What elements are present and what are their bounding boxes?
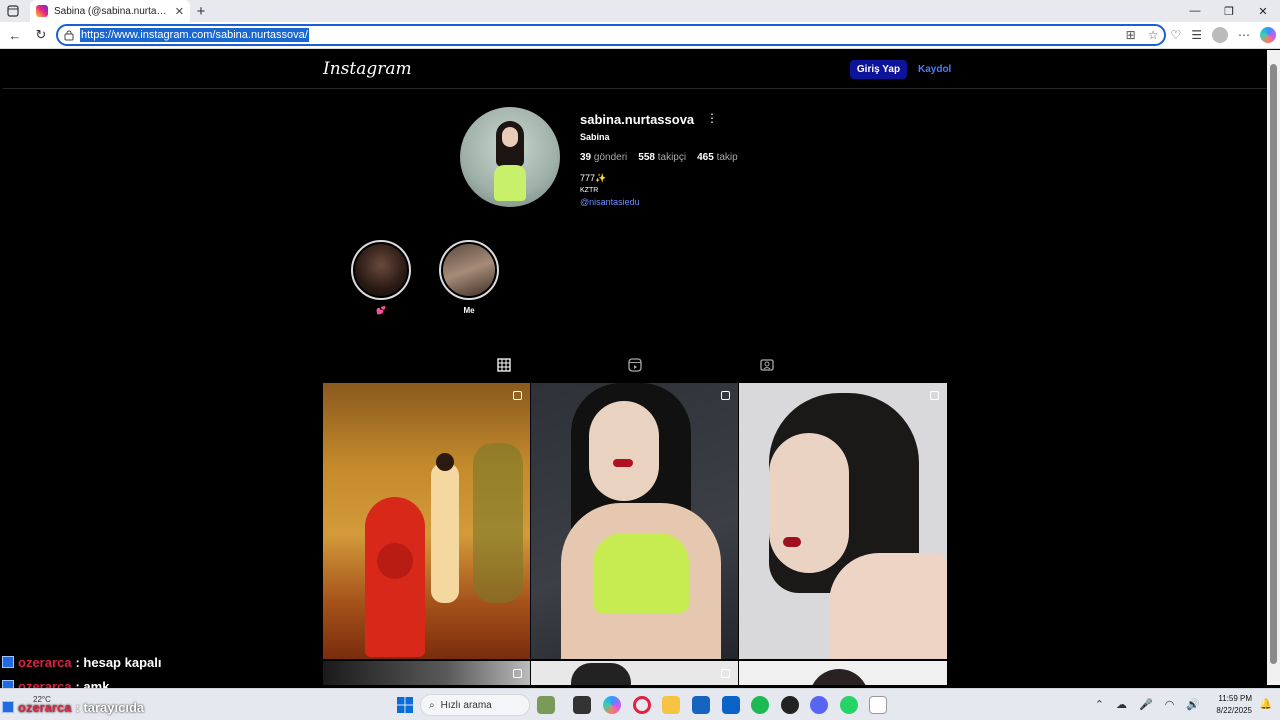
spotify-icon[interactable] xyxy=(751,696,769,714)
post-thumbnail[interactable] xyxy=(323,383,530,659)
profile-avatar-icon[interactable] xyxy=(1212,27,1228,43)
chat-message: ozerarca : hesap kapalı xyxy=(2,650,161,674)
task-view-icon[interactable] xyxy=(573,696,591,714)
clock-time: 11:59 PM xyxy=(1218,694,1252,703)
highlight-label: 💕 xyxy=(376,306,386,315)
taskbar-search[interactable]: ⌕ Hızlı arama xyxy=(420,694,530,716)
post-thumbnail[interactable] xyxy=(323,661,530,685)
window-controls: — ❐ ✕ xyxy=(1178,5,1280,18)
instagram-header: Instagram Giriş Yap Kaydol xyxy=(3,50,1267,89)
highlight-label: Me xyxy=(463,306,475,315)
bio-line: 777✨ xyxy=(580,173,607,183)
instagram-page: Instagram Giriş Yap Kaydol sabina.nurtas… xyxy=(3,50,1267,685)
wifi-icon[interactable]: ◠ xyxy=(1165,698,1175,711)
volume-icon[interactable]: 🔊 xyxy=(1186,698,1200,711)
multiple-photos-icon xyxy=(513,669,522,678)
post-thumbnail[interactable] xyxy=(531,661,738,685)
chat-username: ozerarca xyxy=(18,699,72,715)
login-button[interactable]: Giriş Yap xyxy=(850,60,907,79)
app-icon[interactable] xyxy=(781,696,799,714)
following-stat[interactable]: 465 takip xyxy=(697,152,738,163)
story-highlight[interactable] xyxy=(351,240,411,300)
notepad-icon[interactable] xyxy=(869,696,887,714)
windows-start-icon[interactable] xyxy=(397,697,413,713)
bio-mention-link[interactable]: @nisantasiedu xyxy=(580,197,640,207)
post-thumbnail[interactable] xyxy=(739,383,947,659)
favorites-icon[interactable]: ☰ xyxy=(1191,28,1202,42)
onedrive-icon[interactable]: ☁ xyxy=(1116,698,1127,711)
chat-badge-icon xyxy=(2,656,14,668)
chat-text: : hesap kapalı xyxy=(75,654,162,670)
url-text[interactable]: https://www.instagram.com/sabina.nurtass… xyxy=(80,28,309,42)
posts-stat: 39 gönderi xyxy=(580,152,628,163)
profile-username: sabina.nurtassova xyxy=(580,112,695,127)
clock-date: 8/22/2025 xyxy=(1216,706,1252,715)
post-thumbnail[interactable] xyxy=(739,661,947,685)
chat-text: : tarayıcıda xyxy=(75,699,145,715)
signup-link[interactable]: Kaydol xyxy=(918,64,951,75)
tab-title: Sabina (@sabina.nurtassova) • Ins xyxy=(54,5,169,17)
profile-tabs xyxy=(323,357,947,377)
tagged-icon[interactable] xyxy=(759,357,775,373)
multiple-photos-icon xyxy=(721,391,730,400)
tab-close-icon[interactable]: ✕ xyxy=(175,5,184,18)
instagram-logo[interactable]: Instagram xyxy=(323,59,412,79)
maximize-icon[interactable]: ❐ xyxy=(1212,5,1246,18)
instagram-favicon-icon xyxy=(36,5,48,17)
profile-full-name: Sabina xyxy=(580,132,610,142)
story-highlight[interactable] xyxy=(439,240,499,300)
browser-tab-bar: Sabina (@sabina.nurtassova) • Ins ✕ + — … xyxy=(0,0,1280,22)
more-menu-icon[interactable]: ⋯ xyxy=(1238,28,1250,42)
whatsapp-icon[interactable] xyxy=(840,696,858,714)
site-info-icon[interactable] xyxy=(64,30,74,41)
file-explorer-icon[interactable] xyxy=(662,696,680,714)
tab-instagram[interactable]: Sabina (@sabina.nurtassova) • Ins ✕ xyxy=(30,0,190,22)
search-placeholder: Hızlı arama xyxy=(440,699,492,711)
minimize-icon[interactable]: — xyxy=(1178,5,1212,18)
system-tray: ⌃ ☁ 🎤 ◠ 🔊 xyxy=(1095,698,1200,711)
chevron-up-icon[interactable]: ⌃ xyxy=(1095,698,1104,711)
browser-toolbar: ← ↻ https://www.instagram.com/sabina.nur… xyxy=(0,22,1280,49)
reels-icon[interactable] xyxy=(627,357,643,373)
store-icon[interactable] xyxy=(692,696,710,714)
notification-bell-icon[interactable]: 🔔 xyxy=(1260,699,1272,710)
outlook-icon[interactable] xyxy=(722,696,740,714)
chat-message: ozerarca : tarayıcıda xyxy=(2,695,144,719)
followers-stat[interactable]: 558 takipçi xyxy=(638,152,686,163)
browser-essentials-icon[interactable]: ♡ xyxy=(1170,28,1181,42)
tab-actions-icon[interactable] xyxy=(0,0,26,22)
chat-username: ozerarca xyxy=(18,654,72,670)
system-clock[interactable]: 11:59 PM 8/22/2025 xyxy=(1216,693,1252,717)
opera-icon[interactable] xyxy=(633,696,651,714)
grid-posts-icon[interactable] xyxy=(496,357,512,373)
address-bar[interactable]: https://www.instagram.com/sabina.nurtass… xyxy=(56,24,1167,46)
new-tab-button[interactable]: + xyxy=(190,0,212,22)
chat-badge-icon xyxy=(2,701,14,713)
profile-picture[interactable] xyxy=(460,107,560,207)
multiple-photos-icon xyxy=(513,391,522,400)
refresh-icon[interactable]: ↻ xyxy=(30,24,52,46)
more-options-icon[interactable]: ⋮ xyxy=(706,111,718,125)
page-scrollbar[interactable] xyxy=(1267,50,1280,685)
back-icon[interactable]: ← xyxy=(4,24,26,46)
bio-line: KZTR xyxy=(580,187,599,194)
app-available-icon[interactable]: ⊞ xyxy=(1126,28,1136,42)
copilot-icon[interactable] xyxy=(1260,27,1276,43)
multiple-photos-icon xyxy=(930,391,939,400)
windows-taskbar: 22°C ozerarca : tarayıcıda ⌕ Hızlı arama… xyxy=(0,688,1280,720)
copilot-app-icon[interactable] xyxy=(603,696,621,714)
profile-stats: 39 gönderi 558 takipçi 465 takip xyxy=(580,152,738,163)
search-icon: ⌕ xyxy=(429,699,435,711)
posts-grid xyxy=(323,383,947,685)
discord-icon[interactable] xyxy=(810,696,828,714)
close-window-icon[interactable]: ✕ xyxy=(1246,5,1280,18)
widget-icon[interactable] xyxy=(537,696,555,714)
microphone-icon[interactable]: 🎤 xyxy=(1139,698,1153,711)
post-thumbnail[interactable] xyxy=(531,383,738,659)
favorite-star-icon[interactable]: ☆ xyxy=(1148,28,1159,42)
multiple-photos-icon xyxy=(721,669,730,678)
